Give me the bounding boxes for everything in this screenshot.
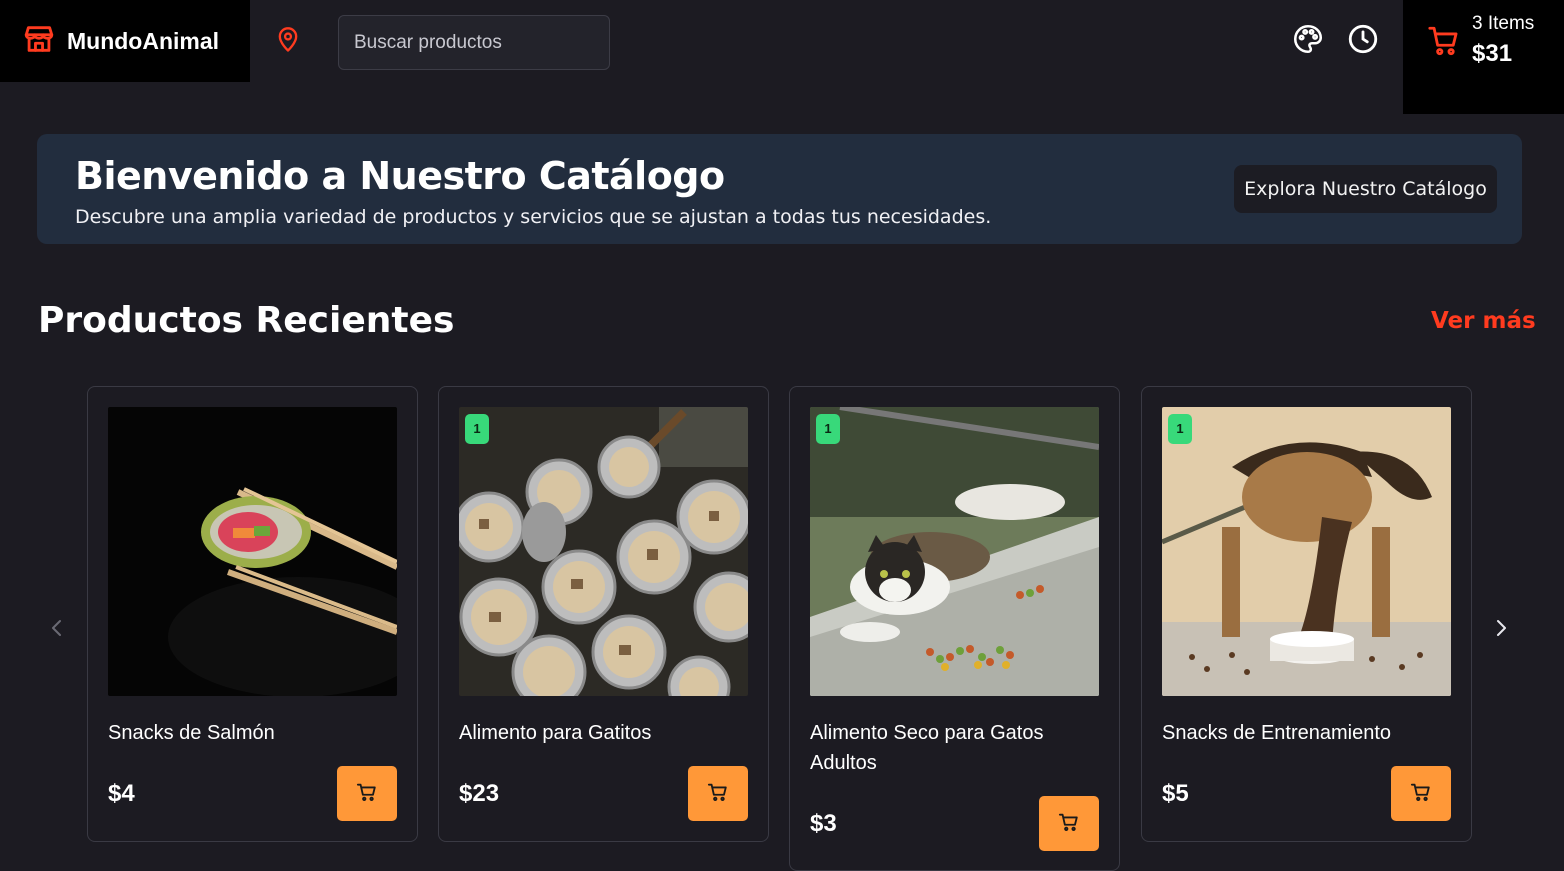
product-price: $23	[459, 780, 500, 807]
product-image[interactable]	[108, 407, 397, 696]
banner-title: Bienvenido a Nuestro Catálogo	[75, 154, 725, 198]
product-card[interactable]: Snacks de Salmón $4	[87, 386, 418, 842]
top-bar: MundoAnimal	[0, 0, 1564, 82]
brand-logo[interactable]: MundoAnimal	[0, 0, 250, 82]
product-card[interactable]: 1 Snacks de Entrenamiento $5	[1141, 386, 1472, 842]
location-pin-icon[interactable]	[274, 26, 302, 54]
explore-catalog-button[interactable]: Explora Nuestro Catálogo	[1234, 165, 1497, 213]
store-icon	[22, 22, 56, 61]
product-image[interactable]: 1	[1162, 407, 1451, 696]
cart-icon	[1410, 781, 1432, 806]
clock-icon[interactable]	[1346, 22, 1380, 56]
product-image[interactable]: 1	[459, 407, 748, 696]
add-to-cart-button[interactable]	[1391, 766, 1451, 821]
cart-summary[interactable]: 3 Items $31	[1403, 0, 1564, 114]
banner-subtitle: Descubre una amplia variedad de producto…	[75, 206, 992, 228]
palette-icon[interactable]	[1291, 22, 1325, 56]
product-price: $4	[108, 780, 135, 807]
product-price: $5	[1162, 780, 1189, 807]
quantity-badge: 1	[1168, 414, 1192, 444]
search-input[interactable]	[338, 15, 610, 70]
cart-icon	[1427, 24, 1461, 58]
add-to-cart-button[interactable]	[688, 766, 748, 821]
brand-name: MundoAnimal	[67, 27, 220, 54]
see-more-link[interactable]: Ver más	[1431, 308, 1536, 334]
quantity-badge: 1	[816, 414, 840, 444]
chevron-left-icon[interactable]	[45, 616, 69, 640]
cart-icon	[1058, 811, 1080, 836]
cart-total: $31	[1472, 40, 1513, 67]
welcome-banner: Bienvenido a Nuestro Catálogo Descubre u…	[37, 134, 1522, 244]
product-card[interactable]: 1 Alimento Seco para Gatos Adultos $3	[789, 386, 1120, 871]
add-to-cart-button[interactable]	[1039, 796, 1099, 851]
cart-icon	[356, 781, 378, 806]
section-title: Productos Recientes	[38, 300, 455, 341]
product-card[interactable]: 1 Alimento para Gatitos $23	[438, 386, 769, 842]
cart-icon	[707, 781, 729, 806]
cart-item-count: 3 Items	[1472, 13, 1535, 34]
product-name[interactable]: Alimento Seco para Gatos Adultos	[810, 718, 1100, 778]
product-name[interactable]: Alimento para Gatitos	[459, 718, 749, 748]
product-name[interactable]: Snacks de Salmón	[108, 718, 398, 748]
quantity-badge: 1	[465, 414, 489, 444]
add-to-cart-button[interactable]	[337, 766, 397, 821]
product-image[interactable]: 1	[810, 407, 1099, 696]
product-price: $3	[810, 810, 837, 837]
product-name[interactable]: Snacks de Entrenamiento	[1162, 718, 1452, 748]
chevron-right-icon[interactable]	[1489, 616, 1513, 640]
